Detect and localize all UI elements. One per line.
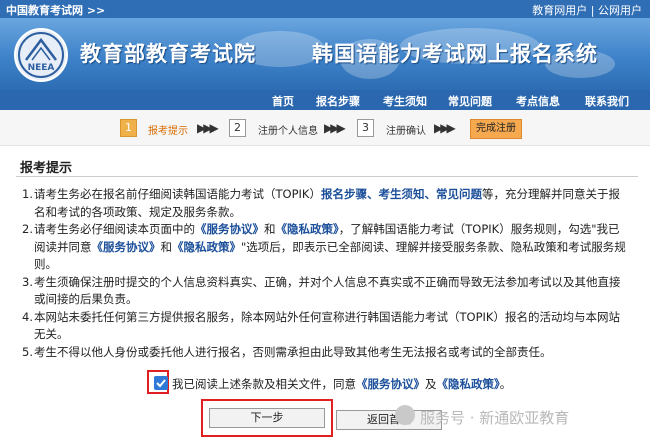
logo-text: NEEA [28, 63, 55, 73]
watermark-text: 服务号 · 新通欧亚教育 [420, 409, 570, 427]
step-2-label: 注册个人信息 [258, 126, 318, 137]
notice-list: 1. 请考生务必在报名前仔细阅读韩国语能力考试（TOPIK）报名步骤、考生须知、… [22, 186, 630, 361]
system-title: 韩国语能力考试网上报名系统 [312, 42, 598, 66]
step-complete-badge: 完成注册 [470, 119, 522, 139]
nav-faq[interactable]: 常见问题 [448, 93, 492, 109]
step-3-label: 注册确认 [386, 126, 426, 137]
header-banner: NEEA 教育部教育考试院 韩国语能力考试网上报名系统 [0, 18, 650, 90]
nav-home[interactable]: 首页 [272, 93, 294, 109]
privacy-policy-link[interactable]: 《隐私政策》 [437, 377, 500, 391]
step-arrow-icon: ▶▶▶ [434, 121, 456, 135]
link-separator: | [590, 4, 598, 17]
agree-checkbox[interactable] [154, 376, 168, 390]
page-heading: 报考提示 [20, 161, 73, 176]
service-agreement-link[interactable]: 《服务协议》 [356, 377, 425, 391]
top-bar: 中国教育考试网 >> 教育网用户 | 公网用户 [0, 0, 650, 18]
heading-divider [16, 176, 638, 177]
notice-item: 4. 本网站未委托任何第三方提供报名服务，除本网站外任何宣称进行韩国语能力考试（T… [22, 309, 620, 342]
step-3-number: 3 [357, 119, 374, 137]
notice-item: 2. 请考生务必仔细阅读本页面中的《服务协议》和《隐私政策》，了解韩国语能力考试… [22, 222, 626, 271]
agree-label: 我已阅读上述条款及相关文件，同意《服务协议》及《隐私政策》。 [172, 377, 512, 391]
privacy-policy-link[interactable]: 《隐私政策》 [172, 240, 241, 254]
step-2-number: 2 [229, 119, 246, 137]
user-links: 教育网用户 | 公网用户 [532, 2, 642, 18]
main-nav: 首页 报名步骤 考生须知 常见问题 考点信息 联系我们 [0, 90, 650, 110]
check-icon [156, 379, 166, 388]
nav-steps[interactable]: 报名步骤 [316, 93, 360, 109]
nav-notice[interactable]: 考生须知 [383, 93, 427, 109]
notice-item: 3. 考生须确保注册时提交的个人信息资料真实、正确，并对个人信息不真实或不正确而导… [22, 274, 621, 307]
next-step-button[interactable]: 下一步 [209, 408, 325, 428]
nav-contact[interactable]: 联系我们 [585, 93, 629, 109]
neea-logo: NEEA [14, 28, 68, 82]
service-agreement-link[interactable]: 《服务协议》 [92, 240, 161, 254]
step-arrow-icon: ▶▶▶ [324, 121, 346, 135]
privacy-policy-link[interactable]: 《隐私政策》 [276, 222, 339, 236]
step-1-number: 1 [120, 119, 137, 137]
notice-item: 1. 请考生务必在报名前仔细阅读韩国语能力考试（TOPIK）报名步骤、考生须知、… [22, 187, 620, 219]
watermark-icon [395, 405, 415, 425]
progress-steps: 1 报考提示 ▶▶▶ 2 注册个人信息 ▶▶▶ 3 注册确认 ▶▶▶ 完成注册 [0, 110, 650, 146]
public-user-link[interactable]: 公网用户 [598, 4, 642, 17]
step-arrow-icon: ▶▶▶ [197, 121, 219, 135]
highlight-links[interactable]: 报名步骤、考生须知、常见问题 [321, 187, 482, 201]
site-link[interactable]: 中国教育考试网 >> [6, 2, 105, 18]
step-1-label: 报考提示 [148, 126, 188, 137]
nav-venue[interactable]: 考点信息 [516, 93, 560, 109]
edu-user-link[interactable]: 教育网用户 [532, 4, 587, 17]
org-title: 教育部教育考试院 [80, 42, 256, 66]
notice-item: 5. 考生不得以他人身份或委托他人进行报名，否则需承担由此导致其他考生无法报名或考… [22, 344, 552, 359]
service-agreement-link[interactable]: 《服务协议》 [195, 222, 264, 236]
